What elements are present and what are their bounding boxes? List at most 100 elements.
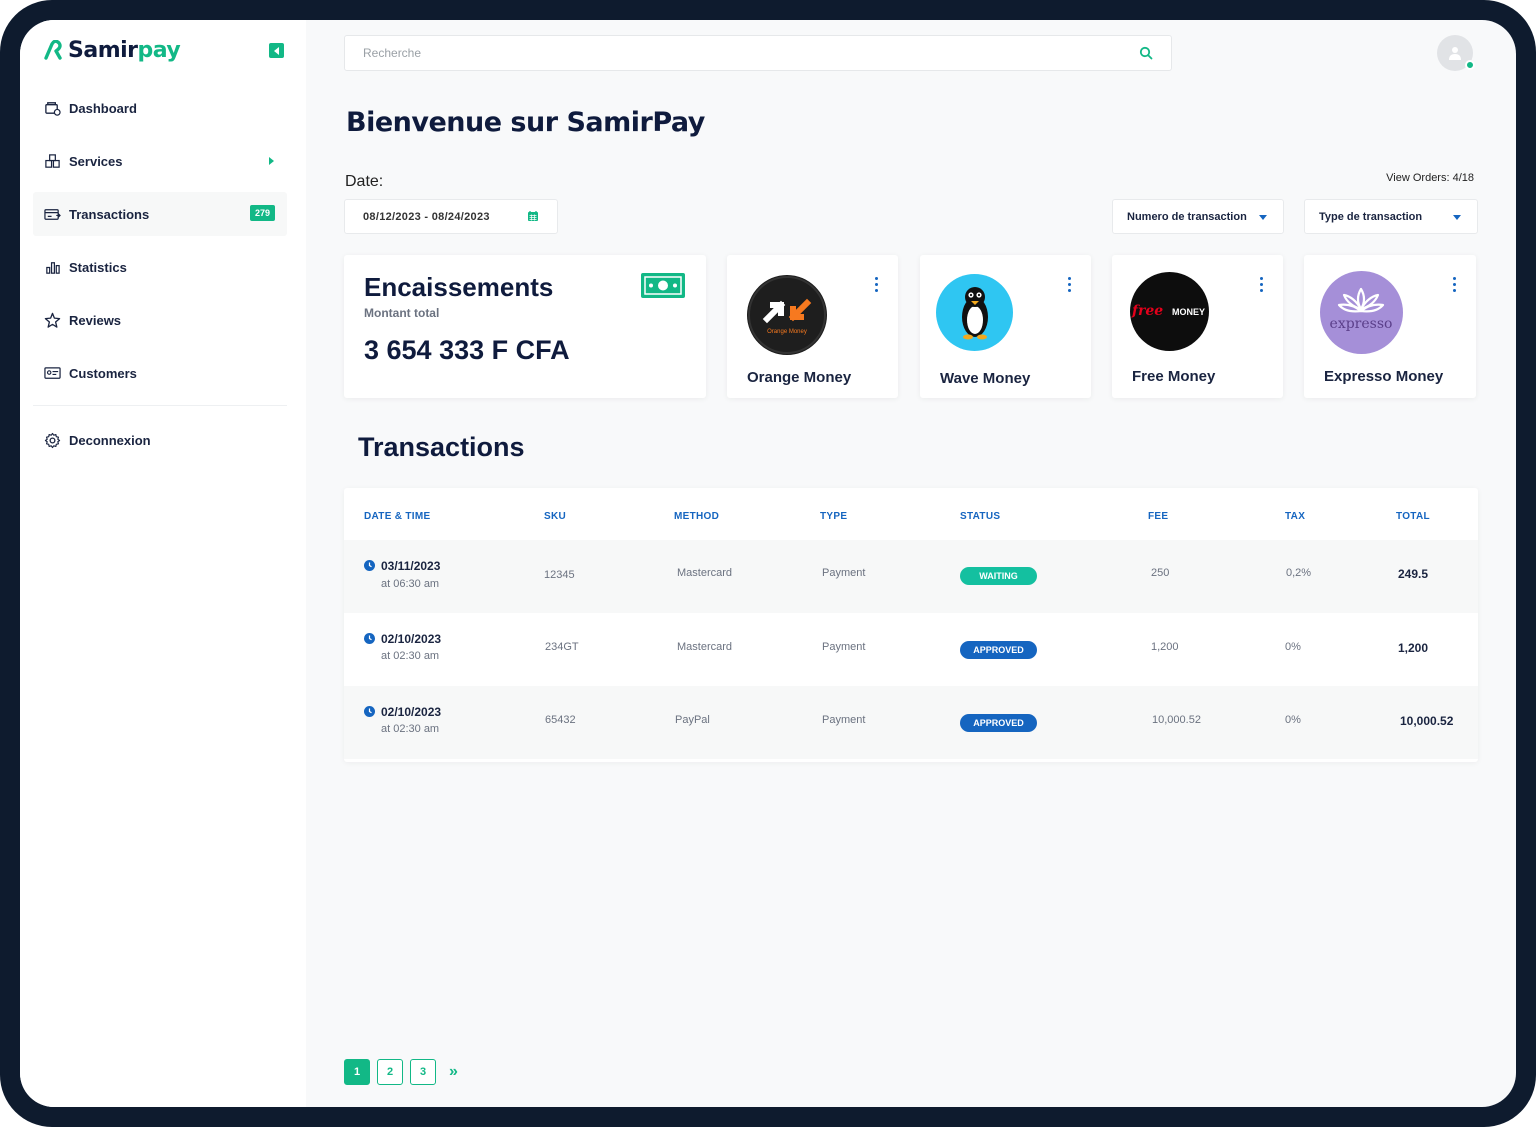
sidebar-item-dashboard[interactable]: Dashboard [33, 86, 287, 130]
clock-icon [364, 560, 375, 571]
caret-down-icon [1453, 215, 1461, 220]
table-row[interactable]: 02/10/2023 at 02:30 am 234GT Mastercard … [344, 613, 1478, 686]
date-range-value: 08/12/2023 - 08/24/2023 [363, 210, 490, 223]
provider-card-wave-money[interactable]: Wave Money [920, 255, 1091, 398]
logo-mark-icon [44, 39, 62, 60]
transactions-icon [43, 205, 61, 223]
column-header-sku[interactable]: SKU [544, 511, 566, 522]
provider-name: Wave Money [940, 370, 1031, 387]
sidebar: Samirpay Dashboard Services Transactions… [20, 20, 306, 1107]
transaction-date: 03/11/2023 [381, 559, 441, 573]
search-icon[interactable] [1139, 46, 1153, 60]
chevron-right-icon [269, 157, 274, 165]
transaction-number-select[interactable]: Numero de transaction [1112, 199, 1284, 234]
avatar[interactable] [1437, 35, 1475, 71]
sidebar-item-label: Reviews [69, 312, 122, 328]
sidebar-item-transactions[interactable]: Transactions 279 [33, 192, 287, 236]
transaction-tax: 0% [1285, 641, 1301, 653]
transaction-fee: 1,200 [1151, 641, 1179, 653]
statistics-icon [43, 258, 61, 276]
main-content: Bienvenue sur SamirPay Date: View Orders… [306, 20, 1516, 1107]
column-header-method[interactable]: METHOD [674, 511, 719, 522]
column-header-date-time[interactable]: DATE & TIME [364, 511, 430, 522]
status-badge: APPROVED [960, 714, 1037, 732]
date-range-picker[interactable]: 08/12/2023 - 08/24/2023 [344, 199, 558, 234]
app-screen: Samirpay Dashboard Services Transactions… [20, 20, 1516, 1107]
provider-name: Expresso Money [1324, 368, 1444, 385]
next-page-button[interactable]: » [449, 1063, 458, 1081]
star-icon [43, 311, 61, 329]
online-status-dot [1465, 60, 1475, 70]
provider-name: Free Money [1132, 368, 1216, 385]
gear-icon [43, 431, 61, 449]
page-button-1[interactable]: 1 [344, 1059, 370, 1085]
logo[interactable]: Samirpay [42, 38, 181, 63]
device-frame: Samirpay Dashboard Services Transactions… [0, 0, 1536, 1127]
page-title: Bienvenue sur SamirPay [346, 107, 705, 138]
card-subtitle: Montant total [364, 306, 440, 320]
sidebar-item-services[interactable]: Services [33, 139, 287, 183]
transactions-table: DATE & TIME SKU METHOD TYPE STATUS FEE T… [344, 488, 1478, 762]
transaction-type: Payment [822, 714, 866, 726]
clock-icon [364, 706, 375, 717]
provider-card-expresso-money[interactable]: expresso Expresso Money [1304, 255, 1476, 398]
transaction-sku: 234GT [545, 641, 579, 653]
svg-text:Orange Money: Orange Money [767, 329, 807, 335]
column-header-type[interactable]: TYPE [820, 511, 847, 522]
status-badge: WAITING [960, 567, 1037, 585]
search-input[interactable] [345, 36, 1125, 70]
sidebar-item-label: Dashboard [69, 100, 137, 116]
transaction-method: Mastercard [677, 567, 733, 579]
more-options-icon[interactable] [1260, 277, 1264, 294]
view-orders-count: View Orders: 4/18 [1386, 172, 1474, 184]
sidebar-item-label: Customers [69, 365, 137, 381]
sidebar-item-label: Statistics [69, 259, 127, 275]
sidebar-item-label: Transactions [69, 206, 150, 222]
sidebar-item-label: Services [69, 153, 123, 169]
select-label: Type de transaction [1319, 210, 1423, 223]
column-header-total[interactable]: TOTAL [1396, 511, 1430, 522]
transaction-type: Payment [822, 567, 866, 579]
logout-button[interactable]: Deconnexion [33, 418, 287, 462]
transaction-type: Payment [822, 641, 866, 653]
table-row[interactable]: 03/11/2023 at 06:30 am 12345 Mastercard … [344, 540, 1478, 613]
sidebar-item-statistics[interactable]: Statistics [33, 245, 287, 289]
transaction-fee: 10,000.52 [1152, 714, 1201, 726]
provider-card-free-money[interactable]: free MONEY Free Money [1112, 255, 1283, 398]
cash-icon [641, 273, 685, 298]
column-header-fee[interactable]: FEE [1148, 511, 1168, 522]
wave-money-logo [936, 274, 1013, 351]
customers-icon [43, 364, 61, 382]
sidebar-nav: Dashboard Services Transactions 279 Stat… [33, 86, 287, 404]
transaction-tax: 0,2% [1286, 567, 1312, 579]
svg-text:free: free [1131, 303, 1163, 319]
sidebar-item-customers[interactable]: Customers [33, 351, 287, 395]
transaction-type-select[interactable]: Type de transaction [1304, 199, 1478, 234]
more-options-icon[interactable] [875, 277, 879, 294]
column-header-status[interactable]: STATUS [960, 511, 1000, 522]
more-options-icon[interactable] [1068, 277, 1072, 294]
transaction-time: at 06:30 am [381, 578, 440, 590]
card-title: Encaissements [364, 272, 554, 302]
more-options-icon[interactable] [1453, 277, 1457, 294]
sidebar-logout: Deconnexion [33, 418, 287, 471]
calendar-icon[interactable] [527, 210, 539, 222]
table-row[interactable]: 02/10/2023 at 02:30 am 65432 PayPal Paym… [344, 686, 1478, 759]
sidebar-item-reviews[interactable]: Reviews [33, 298, 287, 342]
transactions-count-badge: 279 [249, 205, 275, 221]
provider-card-orange-money[interactable]: Orange Money Orange Money [727, 255, 898, 398]
orange-money-logo: Orange Money [747, 275, 827, 355]
page-button-3[interactable]: 3 [410, 1059, 436, 1085]
page-button-2[interactable]: 2 [377, 1059, 403, 1085]
column-header-tax[interactable]: TAX [1285, 511, 1305, 522]
encaissements-card: Encaissements Montant total 3 654 333 F … [344, 255, 706, 398]
expresso-money-logo: expresso [1320, 271, 1403, 354]
transaction-total: 249.5 [1398, 567, 1429, 581]
free-money-logo: free MONEY [1130, 272, 1209, 351]
transaction-time: at 02:30 am [381, 723, 440, 735]
collapse-sidebar-button[interactable] [269, 43, 284, 58]
status-badge: APPROVED [960, 641, 1037, 659]
caret-down-icon [1259, 215, 1267, 220]
logout-label: Deconnexion [69, 432, 151, 448]
select-label: Numero de transaction [1127, 210, 1247, 223]
